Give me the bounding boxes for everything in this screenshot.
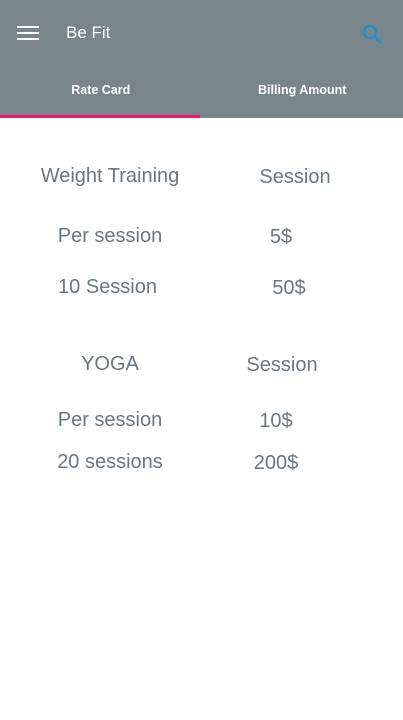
weight-training-row-price: 50$ — [272, 277, 306, 299]
yoga-row-label: 20 sessions — [57, 451, 163, 473]
yoga-row-price: 200$ — [253, 452, 299, 474]
tab-billing-amount[interactable]: Billing Amount — [202, 68, 403, 118]
tab-bar: Rate Card Billing Amount — [0, 68, 403, 118]
weight-training-session-column: Session — [259, 166, 331, 188]
yoga-heading: YOGA — [81, 353, 139, 375]
hamburger-menu-icon[interactable] — [17, 24, 39, 42]
app-title: Be Fit — [66, 23, 111, 42]
search-icon[interactable] — [361, 23, 383, 45]
toolbar: Be Fit — [0, 0, 403, 68]
yoga-row-label: Per session — [57, 409, 163, 431]
yoga-row-price: 10$ — [259, 410, 293, 432]
tab-selected-indicator — [0, 115, 200, 118]
app-bar: Be Fit Rate Card Billing Amount — [0, 0, 403, 118]
weight-training-row-price: 5$ — [269, 226, 293, 248]
weight-training-row-label: 10 Session — [58, 276, 157, 298]
tab-rate-card[interactable]: Rate Card — [0, 68, 202, 118]
weight-training-row-label: Per session — [57, 225, 163, 247]
yoga-session-column: Session — [246, 354, 318, 376]
weight-training-heading: Weight Training — [40, 165, 180, 187]
